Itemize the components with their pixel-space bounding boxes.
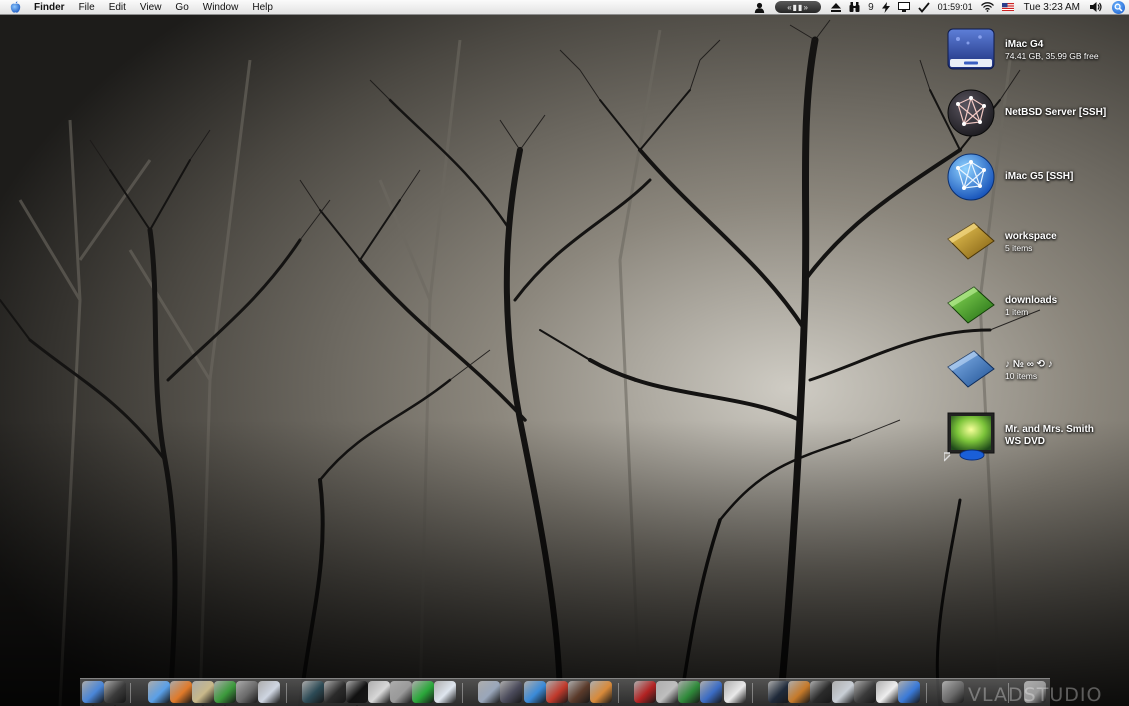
itunes-icon[interactable] (214, 681, 236, 706)
menu-finder[interactable]: Finder (30, 0, 72, 15)
menubar-clock[interactable]: 01:59:01 (938, 2, 973, 12)
apple-icon (10, 1, 21, 13)
desktop-item-name: NetBSD Server [SSH] (1005, 107, 1107, 118)
desktop-item-downloads[interactable]: downloads 1 item (944, 278, 1124, 334)
calculator-icon[interactable] (390, 681, 412, 703)
camino-icon[interactable] (192, 681, 214, 706)
console-icon[interactable] (324, 681, 346, 703)
desktop-item-dvd-alias[interactable]: Mr. and Mrs. Smith WS DVD (944, 408, 1124, 464)
menubar-datetime[interactable]: Tue 3:23 AM (1024, 2, 1080, 13)
network-icon[interactable] (434, 681, 456, 703)
desktop-item-imac-g4[interactable]: iMac G4 74.41 GB, 35.99 GB free (944, 22, 1124, 78)
folder-blue-icon (944, 343, 998, 397)
system-preferences-icon[interactable] (368, 681, 390, 703)
acrobat-icon[interactable] (634, 681, 656, 703)
desktop-item-name: ♪ № ∞ ⟲ ♪ (1005, 358, 1053, 370)
folder-gold-icon (944, 215, 998, 269)
menu-window[interactable]: Window (196, 0, 246, 15)
iphoto-icon[interactable] (478, 681, 500, 703)
word-icon[interactable] (700, 681, 722, 703)
desktop-item-name: Mr. and Mrs. Smith (1005, 424, 1094, 435)
quicktime-icon[interactable] (854, 681, 876, 703)
desktop-item-music-folder[interactable]: ♪ № ∞ ⟲ ♪ 10 items (944, 342, 1124, 398)
menu-view[interactable]: View (133, 0, 169, 15)
desktop-item-imac-g5-ssh[interactable]: iMac G5 [SSH] (944, 149, 1124, 205)
vlc-icon[interactable] (898, 681, 920, 703)
dock-separator (752, 683, 753, 703)
dashboard-icon[interactable] (104, 681, 126, 706)
user-silhouette-icon[interactable] (754, 0, 765, 15)
dock-separator (462, 683, 463, 703)
network-server-icon (944, 86, 998, 140)
dvd-alias-icon (944, 409, 998, 463)
desktop-item-netbsd-server[interactable]: NetBSD Server [SSH] (944, 85, 1124, 141)
ical-icon[interactable] (590, 681, 612, 706)
folder-green-icon (944, 279, 998, 333)
dock-separator (926, 683, 927, 703)
disk-utility-icon[interactable] (236, 681, 258, 703)
firefox-icon[interactable] (170, 681, 192, 703)
inkwell-icon[interactable] (768, 681, 790, 703)
binoculars-icon[interactable] (849, 0, 860, 15)
grid-calc-icon[interactable] (656, 681, 678, 703)
desktop-item-name: iMac G5 [SSH] (1005, 171, 1074, 182)
desktop-item-subtitle: 1 item (1005, 306, 1029, 317)
spotlight-icon[interactable] (1112, 0, 1125, 14)
desktop-item-name: workspace (1005, 230, 1057, 242)
desktop-item-subtitle: 10 items (1005, 370, 1038, 381)
dock (80, 678, 1050, 706)
preview-icon[interactable] (258, 681, 280, 703)
desktop-item-name: downloads (1005, 294, 1058, 306)
itunes-controls[interactable]: «▮▮» (775, 1, 822, 13)
counter-text[interactable]: 9 (868, 0, 874, 15)
apple-menu[interactable] (0, 0, 30, 15)
menu-bar: Finder File Edit View Go Window Help «▮▮… (0, 0, 1129, 15)
textedit-icon[interactable] (724, 681, 746, 703)
network-globe-icon (944, 150, 998, 204)
speaker-icon[interactable] (810, 681, 832, 703)
excel-icon[interactable] (678, 681, 700, 703)
menu-extras: «▮▮» 9 01:59:01 Tue 3:23 AM (750, 0, 1129, 15)
dock-separator (286, 683, 287, 703)
display-icon[interactable] (897, 0, 910, 15)
hard-drive-icon (944, 23, 998, 77)
desktop-item-subtitle: 5 items (1005, 242, 1033, 253)
tools-icon[interactable] (942, 681, 964, 703)
desktop-item-name-line2: WS DVD (1005, 436, 1045, 447)
us-flag-icon[interactable] (1001, 0, 1014, 15)
desktop-item-name: iMac G4 (1005, 38, 1044, 50)
safari-icon[interactable] (148, 681, 170, 703)
photoshop-icon[interactable] (500, 681, 522, 703)
garageband-icon[interactable] (788, 681, 810, 706)
dock-separator (130, 683, 131, 703)
menu-edit[interactable]: Edit (102, 0, 133, 15)
menu-go[interactable]: Go (168, 0, 195, 15)
terminal-icon[interactable] (346, 681, 368, 706)
mail-icon[interactable] (524, 681, 546, 703)
volume-icon[interactable] (1090, 0, 1102, 15)
app-stat-icon[interactable] (546, 681, 568, 703)
desktop-item-workspace[interactable]: workspace 5 items (944, 214, 1124, 270)
activity-monitor-icon[interactable] (302, 681, 324, 703)
wifi-icon[interactable] (980, 0, 994, 15)
menu-help[interactable]: Help (245, 0, 280, 15)
x11-icon[interactable] (412, 681, 434, 703)
ipod-icon[interactable] (876, 681, 898, 703)
dvd-player-icon[interactable] (832, 681, 854, 703)
disc-burner-icon[interactable] (568, 681, 590, 703)
dock-separator (618, 683, 619, 703)
wallpaper-watermark: VLADSTUDIO (968, 684, 1103, 706)
sync-check-icon[interactable] (917, 0, 930, 15)
eject-icon[interactable] (831, 0, 842, 15)
menu-file[interactable]: File (72, 0, 102, 15)
bolt-icon[interactable] (881, 0, 890, 15)
finder-icon[interactable] (82, 681, 104, 706)
desktop-item-subtitle: 74.41 GB, 35.99 GB free (1005, 50, 1099, 61)
